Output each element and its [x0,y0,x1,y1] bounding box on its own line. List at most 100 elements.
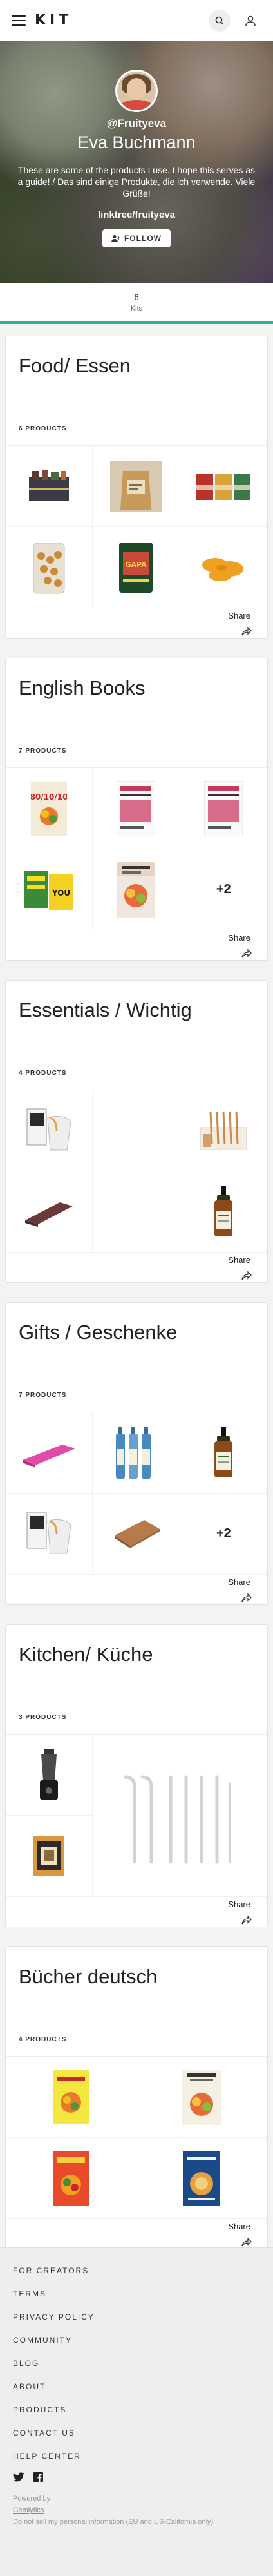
do-not-sell-link[interactable]: Do not sell my personal information (EU … [13,2518,260,2526]
hamburger-icon[interactable] [12,15,26,26]
product-tile[interactable] [6,2138,136,2219]
product-image [26,1512,71,1553]
kit-card-buecher-deutsch[interactable]: Bücher deutsch 4 PRODUCTS Share [5,1946,268,2249]
footer-link-help-center[interactable]: HELP CENTER [13,2452,260,2461]
user-account-button[interactable] [240,10,261,32]
share-label[interactable]: Share [228,2222,250,2231]
footer-link-blog[interactable]: BLOG [13,2359,260,2368]
product-tile[interactable] [180,527,267,608]
share-label[interactable]: Share [228,1899,250,1909]
product-image [202,557,244,581]
share-arrow-icon[interactable] [241,949,252,958]
product-image [204,780,243,836]
kit-title[interactable]: Gifts / Geschenke [19,1321,254,1344]
product-tile[interactable] [6,1412,93,1494]
kit-title[interactable]: Kitchen/ Küche [19,1643,254,1666]
product-tile[interactable] [136,2057,267,2138]
kit-card-food[interactable]: Food/ Essen 6 PRODUCTS GAPA Share [5,336,268,639]
more-products-count: +2 [216,1526,231,1541]
product-image [26,1108,71,1150]
svg-text:GAPA: GAPA [126,561,147,569]
product-tile[interactable] [93,768,180,849]
footer-link-contact-us[interactable]: CONTACT US [13,2428,260,2437]
more-products-count: +2 [216,882,231,896]
product-tile[interactable] [136,2138,267,2219]
product-tile[interactable] [93,1494,180,1575]
product-grid: +2 [6,1412,267,1575]
product-tile[interactable] [93,446,180,527]
share-arrow-icon[interactable] [241,2238,252,2247]
kit-card-kitchen[interactable]: Kitchen/ Küche 3 PRODUCTS Share [5,1624,268,1927]
product-image [214,1427,233,1477]
product-tile[interactable] [93,849,180,930]
facebook-icon[interactable] [33,2472,43,2482]
share-arrow-icon[interactable] [241,1916,252,1925]
twitter-icon[interactable] [13,2472,24,2482]
kit-card-essentials[interactable]: Essentials / Wichtig 4 PRODUCTS Share [5,980,268,1283]
product-tile[interactable] [6,1090,93,1171]
share-label[interactable]: Share [228,1255,250,1265]
product-image [182,2069,221,2125]
more-products-tile[interactable]: +2 [180,849,267,930]
share-label[interactable]: Share [228,933,250,943]
product-tile[interactable]: YOU [6,849,93,930]
kit-card-english-books[interactable]: English Books 7 PRODUCTS 80/10/10 YOU +2 [5,658,268,961]
footer-link-for-creators[interactable]: FOR CREATORS [13,2266,260,2275]
product-tile[interactable] [6,446,93,527]
product-tile[interactable]: 80/10/10 [6,768,93,849]
search-icon [215,16,224,25]
profile-bio: These are some of the products I use. I … [17,165,256,198]
kit-title[interactable]: Food/ Essen [19,354,254,378]
powered-by-label: Powered by [13,2495,51,2503]
kit-title[interactable]: English Books [19,677,254,700]
footer: FOR CREATORS TERMS PRIVACY POLICY COMMUN… [0,2247,273,2576]
share-label[interactable]: Share [228,611,250,620]
product-image [115,1519,160,1548]
kit-product-count: 3 PRODUCTS [19,1714,67,1721]
kit-product-count: 6 PRODUCTS [19,425,67,432]
kit-title[interactable]: Essentials / Wichtig [19,999,254,1022]
product-tile[interactable] [93,1171,180,1253]
product-tile[interactable] [93,1090,180,1171]
search-button[interactable] [209,9,231,32]
footer-link-community[interactable]: COMMUNITY [13,2336,260,2345]
footer-link-products[interactable]: PRODUCTS [13,2405,260,2414]
share-label[interactable]: Share [228,1577,250,1587]
product-image [53,2070,89,2124]
product-tile[interactable] [180,1090,267,1171]
more-products-tile[interactable]: +2 [180,1494,267,1575]
product-tile[interactable] [93,1735,267,1897]
powered-by-link[interactable]: Gemlytics [13,2506,260,2514]
product-tile[interactable] [6,2057,136,2138]
product-image [116,1427,151,1479]
product-image [117,780,156,836]
follow-button[interactable]: FOLLOW [102,229,171,247]
product-tile[interactable] [180,446,267,527]
product-tile[interactable] [180,1412,267,1494]
kit-card-gifts[interactable]: Gifts / Geschenke 7 PRODUCTS +2 Share [5,1302,268,1605]
share-arrow-icon[interactable] [241,1593,252,1602]
product-tile[interactable] [6,1735,93,1816]
avatar[interactable] [115,70,158,112]
footer-link-about[interactable]: ABOUT [13,2382,260,2391]
person-plus-icon [111,235,120,242]
product-tile[interactable] [93,1412,180,1494]
share-arrow-icon[interactable] [241,1271,252,1280]
product-tile[interactable] [6,1816,93,1897]
kits-tab[interactable]: 6 Kits [0,283,273,324]
product-tile[interactable] [6,1494,93,1575]
product-tile[interactable] [180,768,267,849]
kit-title[interactable]: Bücher deutsch [19,1965,254,1988]
product-image [200,1111,247,1149]
kit-logo[interactable]: KIT [35,12,72,28]
profile-link[interactable]: linktree/fruityeva [0,209,273,220]
footer-link-privacy-policy[interactable]: PRIVACY POLICY [13,2312,260,2321]
product-tile[interactable] [180,1171,267,1253]
product-tile[interactable]: GAPA [93,527,180,608]
share-arrow-icon[interactable] [241,627,252,636]
product-tile[interactable] [6,527,93,608]
product-tile[interactable] [6,1171,93,1253]
footer-link-terms[interactable]: TERMS [13,2289,260,2298]
top-bar: KIT [0,0,273,41]
product-image [53,2151,89,2206]
